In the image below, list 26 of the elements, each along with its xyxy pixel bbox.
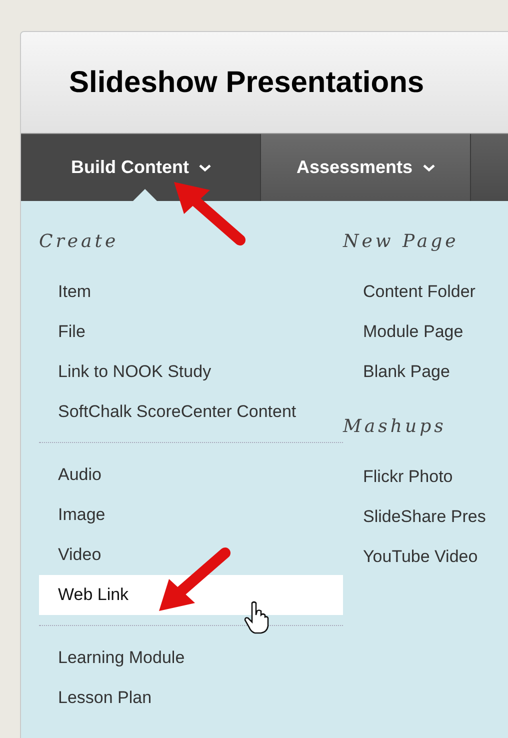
menu-item[interactable]: SlideShare Pres bbox=[343, 497, 486, 537]
menu-item[interactable]: Blank Page bbox=[343, 352, 486, 392]
menu-tab[interactable]: Build Content bbox=[21, 134, 261, 201]
section-heading: New Page bbox=[343, 231, 460, 252]
menu-item[interactable]: SoftChalk ScoreCenter Content bbox=[39, 392, 343, 432]
menu-item[interactable]: Content Folder bbox=[343, 272, 486, 312]
tab-pointer bbox=[133, 189, 157, 201]
hand-cursor-icon bbox=[244, 600, 270, 634]
menu-item[interactable]: Module Page bbox=[343, 312, 486, 352]
menu-item[interactable]: Item bbox=[39, 272, 343, 312]
menu-item[interactable]: Learning Module bbox=[39, 638, 343, 678]
menu-item[interactable]: Audio bbox=[39, 455, 343, 495]
menu-item[interactable]: YouTube Video bbox=[343, 537, 486, 577]
menu-item[interactable]: Flickr Photo bbox=[343, 457, 486, 497]
section-heading: Mashups bbox=[343, 416, 448, 437]
section-heading: Create bbox=[39, 231, 120, 252]
chevron-down-icon bbox=[198, 164, 211, 172]
menu-item[interactable]: Lesson Plan bbox=[39, 678, 343, 718]
menu-item[interactable]: Image bbox=[39, 495, 343, 535]
menu-item[interactable]: Web Link bbox=[39, 575, 343, 615]
menu-item[interactable]: Link to NOOK Study bbox=[39, 352, 343, 392]
menu-item[interactable]: File bbox=[39, 312, 343, 352]
chevron-down-icon bbox=[422, 164, 435, 172]
page-title: Slideshow Presentations bbox=[69, 66, 424, 100]
menu-tab[interactable]: Assessments bbox=[261, 134, 471, 201]
menu-item[interactable]: Video bbox=[39, 535, 343, 575]
